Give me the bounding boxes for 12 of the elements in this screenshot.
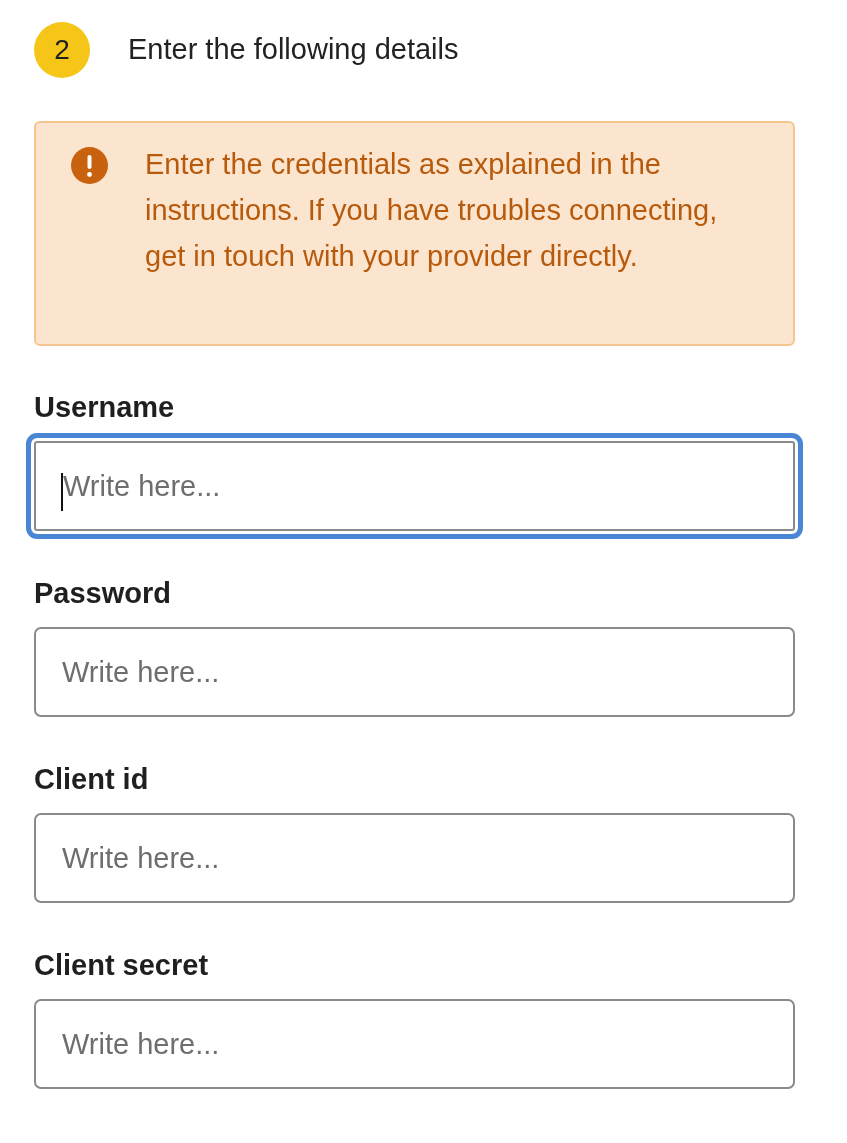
- step-title: Enter the following details: [128, 32, 459, 68]
- field-label: Client id: [34, 762, 150, 797]
- input-field[interactable]: Write here...: [34, 627, 795, 717]
- field-label: Username: [34, 390, 176, 425]
- field-label: Password: [34, 576, 172, 611]
- alert-message: Enter the credentials as explained in the instructions. If you have troubles connecting, get in touch with your provider directly.: [145, 147, 719, 274]
- input-field[interactable]: Write here...: [26, 433, 803, 539]
- warning-icon: [71, 147, 108, 184]
- input-field[interactable]: Write here...: [34, 999, 795, 1089]
- step-number: 2: [34, 22, 90, 78]
- input-field[interactable]: Write here...: [34, 813, 795, 903]
- field-label: Client secret: [34, 948, 210, 983]
